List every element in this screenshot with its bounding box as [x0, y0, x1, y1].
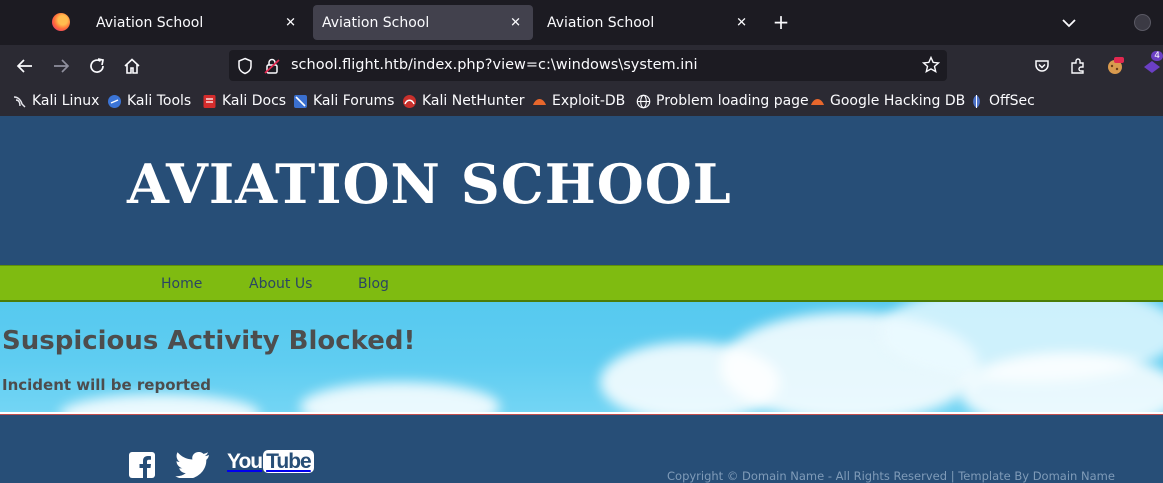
bookmark-problem-loading-page[interactable]: Problem loading page — [636, 91, 809, 111]
navigation-toolbar: school.flight.htb/index.php?view=c:\wind… — [0, 45, 1163, 86]
pocket-icon — [1035, 60, 1049, 72]
back-button[interactable] — [13, 54, 37, 78]
bookmark-label: Kali Linux — [32, 93, 100, 109]
tab-strip: Aviation School ✕ Aviation School ✕ Avia… — [0, 0, 1163, 45]
tab-title: Aviation School — [96, 14, 204, 31]
tracking-shield-icon[interactable] — [237, 57, 253, 75]
twitter-icon[interactable] — [172, 451, 210, 482]
kali-tools-icon — [107, 94, 122, 109]
bookmark-label: Kali Docs — [222, 93, 287, 109]
tab-title: Aviation School — [322, 14, 430, 31]
main-menu: Home About Us Blog — [0, 265, 1163, 302]
bookmark-google-hacking-db[interactable]: Google Hacking DB — [810, 91, 965, 111]
bookmark-label: Problem loading page — [656, 93, 809, 109]
bookmark-offsec[interactable]: OffSec — [969, 91, 1035, 111]
url-text[interactable]: school.flight.htb/index.php?view=c:\wind… — [291, 57, 698, 73]
kali-docs-icon — [202, 94, 217, 109]
bookmark-kali-docs[interactable]: Kali Docs — [202, 91, 286, 111]
bookmark-label: Kali NetHunter — [422, 93, 525, 109]
bookmark-label: Exploit-DB — [552, 93, 626, 109]
bookmark-kali-nethunter[interactable]: Kali NetHunter — [402, 91, 524, 111]
firefox-icon[interactable] — [52, 13, 70, 31]
tab-3[interactable]: Aviation School ✕ — [533, 0, 759, 45]
site-title: AVIATION SCHOOL — [127, 152, 732, 216]
extensions-button[interactable] — [1066, 54, 1090, 78]
home-icon — [124, 58, 140, 74]
cloud-decoration — [60, 394, 260, 412]
site-footer: You Tube Copyright © Domain Name - All Ri… — [0, 416, 1163, 483]
bookmark-kali-forums[interactable]: Kali Forums — [293, 91, 394, 111]
tab-2-active[interactable]: Aviation School ✕ — [313, 5, 533, 40]
tab-title: Aviation School — [547, 14, 655, 31]
tab-1[interactable]: Aviation School ✕ — [82, 0, 308, 45]
facebook-icon[interactable] — [129, 452, 155, 482]
globe-icon — [636, 94, 651, 109]
home-button[interactable] — [120, 54, 144, 78]
window-control-button[interactable] — [1134, 14, 1151, 31]
extension-badge-count: 4 — [1151, 51, 1163, 61]
bookmark-label: Kali Tools — [127, 93, 192, 109]
close-tab-icon[interactable]: ✕ — [736, 15, 747, 30]
incident-subheading: Incident will be reported — [2, 376, 212, 394]
web-page: AVIATION SCHOOL Home About Us Blog Suspi… — [0, 116, 1163, 483]
reload-button[interactable] — [85, 54, 109, 78]
kali-dragon-icon — [12, 94, 27, 109]
bookmark-star-icon[interactable] — [922, 56, 940, 74]
cookie-extension-icon — [1108, 57, 1124, 74]
nethunter-icon — [402, 94, 417, 109]
offsec-icon — [969, 94, 984, 109]
message-banner: Suspicious Activity Blocked! Incident wi… — [0, 302, 1163, 412]
copyright-text: Copyright © Domain Name - All Rights Res… — [667, 469, 1115, 483]
menu-about-us-link[interactable]: About Us — [249, 276, 312, 292]
url-bar[interactable]: school.flight.htb/index.php?view=c:\wind… — [229, 50, 947, 81]
ghdb-icon — [810, 94, 825, 109]
cookie-extension-button[interactable] — [1103, 54, 1127, 78]
bookmark-label: Google Hacking DB — [830, 93, 966, 109]
cloud-decoration — [300, 382, 500, 412]
bookmark-exploit-db[interactable]: Exploit-DB — [532, 91, 625, 111]
forward-arrow-icon — [54, 59, 70, 73]
youtube-icon[interactable]: You Tube — [227, 450, 314, 474]
list-all-tabs-chevron-icon[interactable] — [1058, 12, 1080, 34]
bookmark-kali-tools[interactable]: Kali Tools — [107, 91, 191, 111]
kali-forums-icon — [293, 94, 308, 109]
close-tab-icon[interactable]: ✕ — [285, 15, 296, 30]
bookmarks-toolbar: Kali Linux Kali Tools Kali Docs Kali For… — [0, 86, 1163, 116]
bookmark-kali-linux[interactable]: Kali Linux — [12, 91, 99, 111]
insecure-lock-icon[interactable] — [264, 57, 280, 75]
close-tab-icon[interactable]: ✕ — [510, 15, 521, 30]
menu-home-link[interactable]: Home — [161, 276, 202, 292]
new-tab-button[interactable]: + — [770, 10, 792, 34]
site-header: AVIATION SCHOOL — [0, 116, 1163, 265]
reload-icon — [90, 58, 105, 73]
blocked-heading: Suspicious Activity Blocked! — [2, 326, 416, 356]
exploit-db-icon — [532, 94, 547, 109]
bookmark-label: OffSec — [989, 93, 1035, 109]
back-arrow-icon — [16, 59, 32, 73]
pocket-button[interactable] — [1030, 54, 1054, 78]
puzzle-icon — [1071, 58, 1084, 74]
forward-button[interactable] — [49, 54, 73, 78]
menu-blog-link[interactable]: Blog — [358, 276, 389, 292]
bookmark-label: Kali Forums — [313, 93, 395, 109]
youtube-wordmark: You Tube — [227, 450, 314, 474]
extension-badge-button[interactable]: 4 — [1140, 51, 1163, 78]
